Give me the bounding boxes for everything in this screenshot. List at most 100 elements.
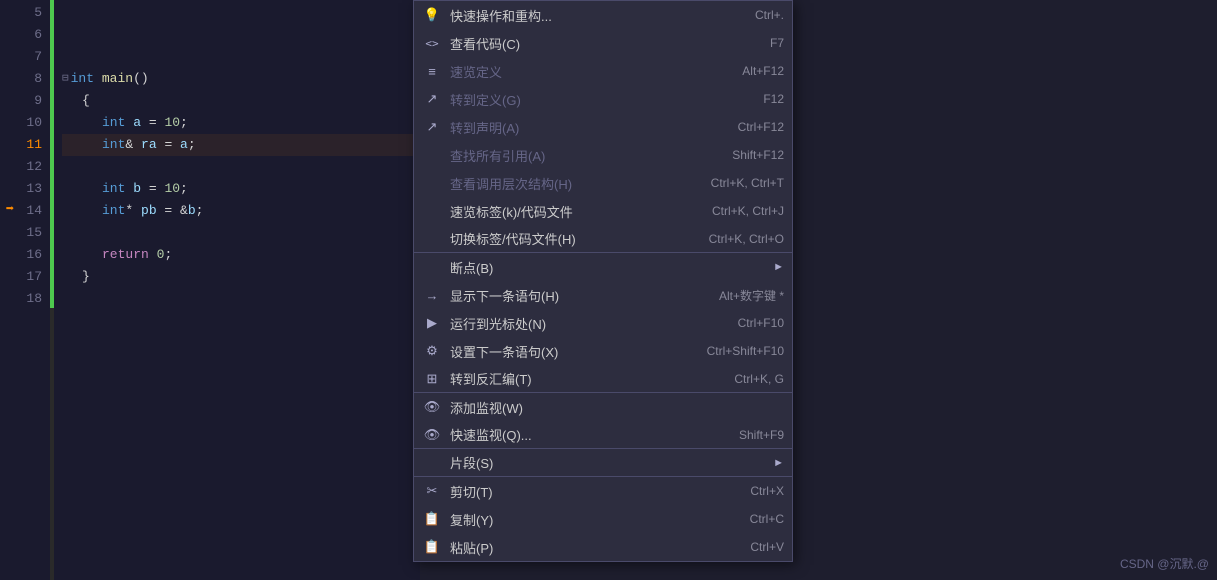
menu-item-add-watch[interactable]: 👁 添加监视(W) bbox=[414, 393, 792, 421]
menu-label-call-hierarchy: 查看调用层次结构(H) bbox=[450, 174, 691, 193]
var-a: a bbox=[133, 112, 141, 134]
menu-item-set-next[interactable]: ⚙ 设置下一条语句(X) Ctrl+Shift+F10 bbox=[414, 337, 792, 365]
shortcut-paste: Ctrl+V bbox=[750, 540, 784, 554]
debug-arrow: ➡ bbox=[0, 198, 20, 220]
shortcut-call-hierarchy: Ctrl+K, Ctrl+T bbox=[711, 176, 784, 190]
code-line-17: } bbox=[62, 266, 420, 288]
shortcut-cut: Ctrl+X bbox=[750, 484, 784, 498]
code-icon: <> bbox=[422, 37, 442, 50]
var-ra: ra bbox=[141, 134, 157, 156]
menu-label-goto-decl: 转到声明(A) bbox=[450, 118, 718, 137]
menu-label-toggle-tags: 切换标签/代码文件(H) bbox=[450, 229, 689, 248]
amp: & bbox=[125, 134, 133, 156]
menu-label-view-code: 查看代码(C) bbox=[450, 34, 750, 53]
watermark: CSDN @沉默.@ bbox=[1120, 555, 1209, 572]
menu-label-run-to-cursor: 运行到光标处(N) bbox=[450, 314, 718, 333]
shortcut-view-code: F7 bbox=[770, 36, 784, 50]
menu-item-snippet[interactable]: 片段(S) ► bbox=[414, 449, 792, 477]
shortcut-find-refs: Shift+F12 bbox=[732, 148, 784, 162]
collapse-icon[interactable]: ⊟ bbox=[62, 68, 69, 90]
menu-item-breakpoint[interactable]: 断点(B) ► bbox=[414, 253, 792, 281]
kw-int-a: int bbox=[102, 112, 125, 134]
sp bbox=[125, 112, 133, 134]
runtocursor-icon: ▶ bbox=[422, 315, 442, 331]
code-line-14: int * pb = & b ; bbox=[62, 200, 420, 222]
code-line-12 bbox=[62, 156, 420, 178]
menu-item-quick-def: ≡ 速览定义 Alt+F12 bbox=[414, 57, 792, 85]
menu-item-quick-action[interactable]: 💡 快速操作和重构... Ctrl+. bbox=[414, 1, 792, 29]
menu-label-breakpoint: 断点(B) bbox=[450, 258, 773, 277]
menu-item-paste[interactable]: 📋 粘贴(P) Ctrl+V bbox=[414, 533, 792, 561]
func-main: main bbox=[102, 68, 133, 90]
line-5: 5 bbox=[0, 2, 42, 24]
line-numbers: 5 6 7 8 9 10 11 12 13 14 15 16 17 18 bbox=[0, 0, 50, 580]
quickwatch-icon: 👁 bbox=[422, 427, 442, 443]
shortcut-show-next: Alt+数字键 * bbox=[719, 287, 784, 304]
menu-item-run-to-cursor[interactable]: ▶ 运行到光标处(N) Ctrl+F10 bbox=[414, 309, 792, 337]
code-line-6 bbox=[62, 24, 420, 46]
shownext-icon: → bbox=[422, 288, 442, 303]
num-10b: 10 bbox=[164, 178, 180, 200]
line-9: 9 bbox=[0, 90, 42, 112]
shortcut-quick-action: Ctrl+. bbox=[755, 8, 784, 22]
menu-item-find-refs: 查找所有引用(A) Shift+F12 bbox=[414, 141, 792, 169]
line-17: 17 bbox=[0, 266, 42, 288]
var-b2: b bbox=[188, 200, 196, 222]
code-line-15 bbox=[62, 222, 420, 244]
var-b: b bbox=[133, 178, 141, 200]
line-8: 8 bbox=[0, 68, 42, 90]
menu-item-quick-watch[interactable]: 👁 快速监视(Q)... Shift+F9 bbox=[414, 421, 792, 449]
menu-label-goto-disasm: 转到反汇编(T) bbox=[450, 369, 714, 388]
eq2: = bbox=[157, 134, 180, 156]
code-line-11: int & ra = a ; bbox=[62, 134, 420, 156]
keyword-int: int bbox=[71, 68, 94, 90]
shortcut-quick-watch: Shift+F9 bbox=[739, 428, 784, 442]
menu-label-quick-def: 速览定义 bbox=[450, 62, 722, 81]
menu-item-goto-disasm[interactable]: ⊞ 转到反汇编(T) Ctrl+K, G bbox=[414, 365, 792, 393]
line-10: 10 bbox=[0, 112, 42, 134]
submenu-arrow-snippet: ► bbox=[773, 457, 784, 469]
context-menu: 💡 快速操作和重构... Ctrl+. <> 查看代码(C) F7 ≡ 速览定义… bbox=[413, 0, 793, 562]
shortcut-toggle-tags: Ctrl+K, Ctrl+O bbox=[709, 232, 784, 246]
shortcut-copy: Ctrl+C bbox=[750, 512, 784, 526]
line-18: 18 bbox=[0, 288, 42, 310]
menu-item-browse-tags[interactable]: 速览标签(k)/代码文件 Ctrl+K, Ctrl+J bbox=[414, 197, 792, 225]
brace-open: { bbox=[62, 90, 90, 112]
paste-icon: 📋 bbox=[422, 539, 442, 555]
cut-icon: ✂ bbox=[422, 483, 442, 499]
gotodef-icon: ↗ bbox=[422, 91, 442, 107]
semi2: ; bbox=[188, 134, 196, 156]
var-a2: a bbox=[180, 134, 188, 156]
sp2 bbox=[133, 134, 141, 156]
menu-item-show-next[interactable]: → 显示下一条语句(H) Alt+数字键 * bbox=[414, 281, 792, 309]
code-line-16: return 0 ; bbox=[62, 244, 420, 266]
line-13: 13 bbox=[0, 178, 42, 200]
line-11: 11 bbox=[0, 134, 42, 156]
menu-label-snippet: 片段(S) bbox=[450, 453, 773, 472]
menu-item-copy[interactable]: 📋 复制(Y) Ctrl+C bbox=[414, 505, 792, 533]
shortcut-run-to-cursor: Ctrl+F10 bbox=[738, 316, 784, 330]
menu-label-quick-watch: 快速监视(Q)... bbox=[450, 425, 719, 444]
shortcut-set-next: Ctrl+Shift+F10 bbox=[707, 344, 784, 358]
space bbox=[94, 68, 102, 90]
shortcut-browse-tags: Ctrl+K, Ctrl+J bbox=[712, 204, 784, 218]
var-pb: pb bbox=[141, 200, 157, 222]
code-line-7 bbox=[62, 46, 420, 68]
right-panel bbox=[793, 0, 1217, 580]
code-line-18 bbox=[62, 288, 420, 310]
line-15: 15 bbox=[0, 222, 42, 244]
menu-label-add-watch: 添加监视(W) bbox=[450, 398, 764, 417]
menu-item-toggle-tags[interactable]: 切换标签/代码文件(H) Ctrl+K, Ctrl+O bbox=[414, 225, 792, 253]
quickdef-icon: ≡ bbox=[422, 64, 442, 79]
kw-int-b: int bbox=[102, 178, 125, 200]
code-line-13: int b = 10 ; bbox=[62, 178, 420, 200]
menu-item-cut[interactable]: ✂ 剪切(T) Ctrl+X bbox=[414, 477, 792, 505]
menu-label-show-next: 显示下一条语句(H) bbox=[450, 286, 699, 305]
change-bar bbox=[50, 0, 54, 580]
menu-item-goto-decl: ↗ 转到声明(A) Ctrl+F12 bbox=[414, 113, 792, 141]
menu-item-view-code[interactable]: <> 查看代码(C) F7 bbox=[414, 29, 792, 57]
menu-label-goto-def: 转到定义(G) bbox=[450, 90, 743, 109]
menu-label-find-refs: 查找所有引用(A) bbox=[450, 146, 712, 165]
editor-area: 5 6 7 8 9 10 11 12 13 14 15 16 17 18 ➡ ⊟… bbox=[0, 0, 420, 580]
disasm-icon: ⊞ bbox=[422, 371, 442, 387]
